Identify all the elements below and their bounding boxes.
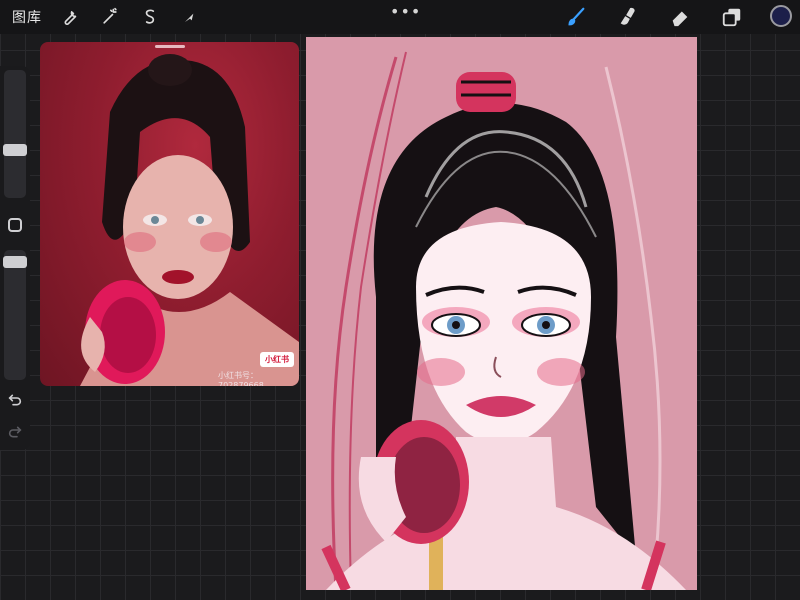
reference-window[interactable]: 小红书 小红书号：702879668 [40, 42, 299, 386]
more-options-button[interactable]: ••• [390, 2, 421, 21]
opacity-thumb[interactable] [3, 256, 27, 268]
opacity-slider[interactable] [3, 250, 27, 380]
brush-size-slider[interactable] [3, 70, 27, 198]
redo-icon[interactable] [5, 422, 25, 442]
wrench-icon[interactable] [56, 3, 84, 31]
undo-icon[interactable] [5, 390, 25, 410]
watermark-id-text: 小红书号：702879668 [218, 371, 264, 386]
selection-icon[interactable] [136, 3, 164, 31]
reference-window-grabber[interactable] [155, 45, 185, 48]
layers-icon[interactable] [718, 3, 746, 31]
canvas-artwork [321, 51, 686, 590]
brush-icon[interactable] [562, 3, 590, 31]
magic-wand-icon[interactable] [96, 3, 124, 31]
modify-button[interactable] [8, 218, 22, 232]
brush-size-thumb[interactable] [3, 144, 27, 156]
drawing-canvas[interactable] [306, 37, 697, 590]
transform-icon[interactable] [176, 3, 204, 31]
color-picker-swatch[interactable] [770, 5, 792, 27]
left-sidebar [0, 66, 30, 450]
top-toolbar: 图库 ••• [0, 0, 800, 34]
reference-photo [80, 54, 299, 386]
gallery-button[interactable]: 图库 [12, 7, 42, 27]
smudge-icon[interactable] [614, 3, 642, 31]
eraser-icon[interactable] [666, 3, 694, 31]
watermark-badge: 小红书 [260, 352, 294, 367]
